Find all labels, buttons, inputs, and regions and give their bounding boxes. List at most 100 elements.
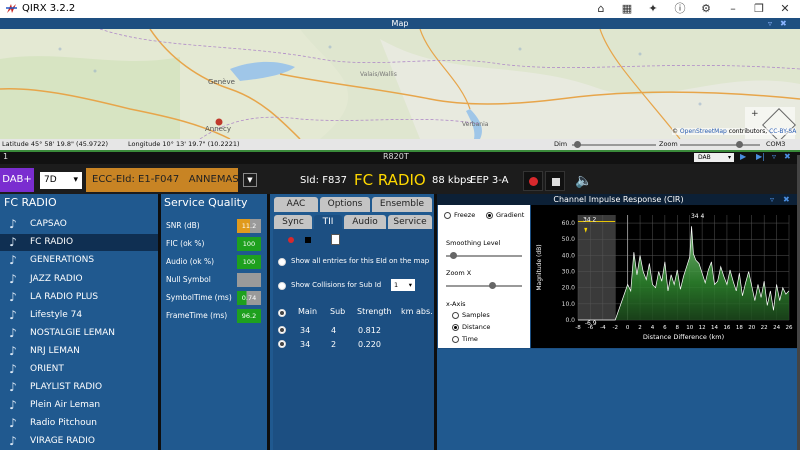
freeze-label: Freeze [454,211,476,219]
ensemble-dropdown[interactable]: ▼ [243,173,257,187]
zoom-slider-knob[interactable] [736,141,743,148]
stop-icon[interactable] [305,237,311,243]
station-item-selected[interactable]: ♪ FC RADIO [0,234,158,251]
station-label: NRJ LEMAN [30,346,80,356]
freeze-checkbox[interactable] [444,212,451,219]
dim-slider[interactable] [572,144,656,146]
station-item[interactable]: ♪ PLAYLIST RADIO [0,379,158,396]
station-item[interactable]: ♪ NRJ LEMAN [0,343,158,360]
station-item[interactable]: ♪ Radio Pitchoun [0,415,158,432]
restore-icon[interactable]: ❐ [752,2,766,16]
sub-id-value: 1 [394,281,399,289]
settings-icon[interactable]: ⚙ [699,2,713,16]
cir-title: Channel Impulse Response (CIR) [553,195,684,204]
tab-aac[interactable]: AAC [274,197,318,212]
speaker-icon[interactable]: 🔈 [574,171,594,191]
satellite-icon[interactable]: ✦ [646,2,660,16]
osm-link[interactable]: OpenStreetMap [680,128,727,135]
device-index: 1 [3,152,9,161]
zoom-in-icon[interactable]: + [751,109,759,119]
channel-select[interactable]: 7D ▾ [40,172,82,189]
station-item[interactable]: ♪ Plein Air Leman [0,397,158,414]
play-icon[interactable]: ▶ [740,150,746,164]
undock-icon[interactable]: ▿ [772,150,776,164]
cir-y-tick-label: 40.0 [562,252,576,259]
stop-button[interactable] [545,171,565,191]
tii-row-checkbox[interactable] [278,340,286,348]
station-label: VIRAGE RADIO [30,436,95,446]
port-readout: COM3 [766,140,786,148]
undock-icon[interactable]: ▿ [770,194,774,205]
tab-service[interactable]: Service [388,215,432,230]
dab-mode-button[interactable]: DAB+ [0,168,34,192]
minimize-icon[interactable]: – [726,2,740,16]
station-label: ORIENT [30,364,64,374]
record-icon[interactable] [288,237,294,243]
sub-id-select[interactable]: 1 ▾ [391,279,415,291]
smoothing-slider-knob[interactable] [450,252,457,259]
ensemble-info: ECC-EId: E1-F047 ANNEMASSE L [86,168,238,192]
music-note-icon: ♪ [9,398,17,412]
station-item[interactable]: ♪ Lifestyle 74 [0,307,158,324]
copyright-icon: © [672,128,678,135]
map-icon[interactable]: ▦ [620,2,634,16]
info-icon[interactable]: ⓘ [673,2,687,16]
collapse-icon[interactable]: ✖ [784,150,791,164]
collapse-icon[interactable]: ✖ [783,194,790,205]
cir-x-tick-label: -2 [612,325,617,331]
record-button[interactable] [523,171,543,191]
zoom-label: Zoom [659,140,678,148]
station-marker-icon[interactable] [215,118,223,126]
music-note-icon: ♪ [9,235,17,249]
cir-chart[interactable]: 0.0 10.0 20.0 30.0 40.0 50.0 60.0 -8 -6 -4 -2 0 2 4 6 8… [531,205,800,348]
step-icon[interactable]: ▶| [756,150,765,164]
place-verbania: Verbania [462,121,489,128]
collapse-icon[interactable]: ✖ [780,18,787,29]
zoom-x-slider[interactable] [446,285,522,287]
home-icon[interactable]: ⌂ [594,2,608,16]
station-item[interactable]: ♪ LA RADIO PLUS [0,289,158,306]
station-label: CAPSAO [30,219,67,229]
smoothing-slider[interactable] [446,255,522,257]
license-link[interactable]: CC-BY-SA [769,128,796,135]
cir-x-tick-label: 10 [686,325,693,331]
undock-icon[interactable]: ▿ [768,18,772,29]
tab-audio[interactable]: Audio [344,215,386,230]
music-note-icon: ♪ [9,253,17,267]
cir-y-axis-label: Magnitude (dB) [536,244,543,290]
zoom-slider[interactable] [680,144,760,146]
cir-x-tick-label: 6 [663,325,667,331]
app-title: QIRX 3.2.2 [22,3,76,14]
gradient-checkbox[interactable] [486,212,493,219]
select-all-checkbox[interactable] [278,309,286,317]
tab-options[interactable]: Options [320,197,370,212]
show-all-checkbox[interactable] [278,258,286,266]
station-item[interactable]: ♪ NOSTALGIE LEMAN [0,325,158,342]
quality-label: Audio (ok %) [166,257,214,266]
show-collisions-checkbox[interactable] [278,282,286,290]
radio-distance[interactable] [452,324,459,331]
title-bar: QIRX 3.2.2 ⌂ ▦ ✦ ⓘ ⚙ – ❐ ✕ [0,0,800,18]
mode-select[interactable]: DAB ▾ [694,153,734,162]
station-item[interactable]: ♪ CAPSAO [0,216,158,233]
radio-time[interactable] [452,336,459,343]
station-label: JAZZ RADIO [30,274,83,284]
close-icon[interactable]: ✕ [778,2,792,16]
tab-sync[interactable]: Sync [274,215,312,230]
dim-slider-knob[interactable] [574,141,581,148]
tii-row-checkbox[interactable] [278,326,286,334]
station-item[interactable]: ♪ VIRAGE RADIO [0,433,158,450]
zoom-x-slider-knob[interactable] [489,282,496,289]
station-item[interactable]: ♪ ORIENT [0,361,158,378]
map-view[interactable]: Genève Annecy Verbania Valais/Wallis + –… [0,29,800,139]
radio-samples[interactable] [452,312,459,319]
cir-x-tick-label: 0 [626,325,630,331]
station-item[interactable]: ♪ JAZZ RADIO [0,271,158,288]
device-name: R820T [383,152,409,161]
document-icon[interactable] [331,234,340,245]
music-note-icon: ♪ [9,416,17,430]
tab-ensemble[interactable]: Ensemble [372,197,432,212]
tab-tii[interactable]: TII [314,215,342,230]
map-tiles[interactable]: Genève Annecy Verbania Valais/Wallis [0,29,800,139]
station-item[interactable]: ♪ GENERATIONS [0,252,158,269]
